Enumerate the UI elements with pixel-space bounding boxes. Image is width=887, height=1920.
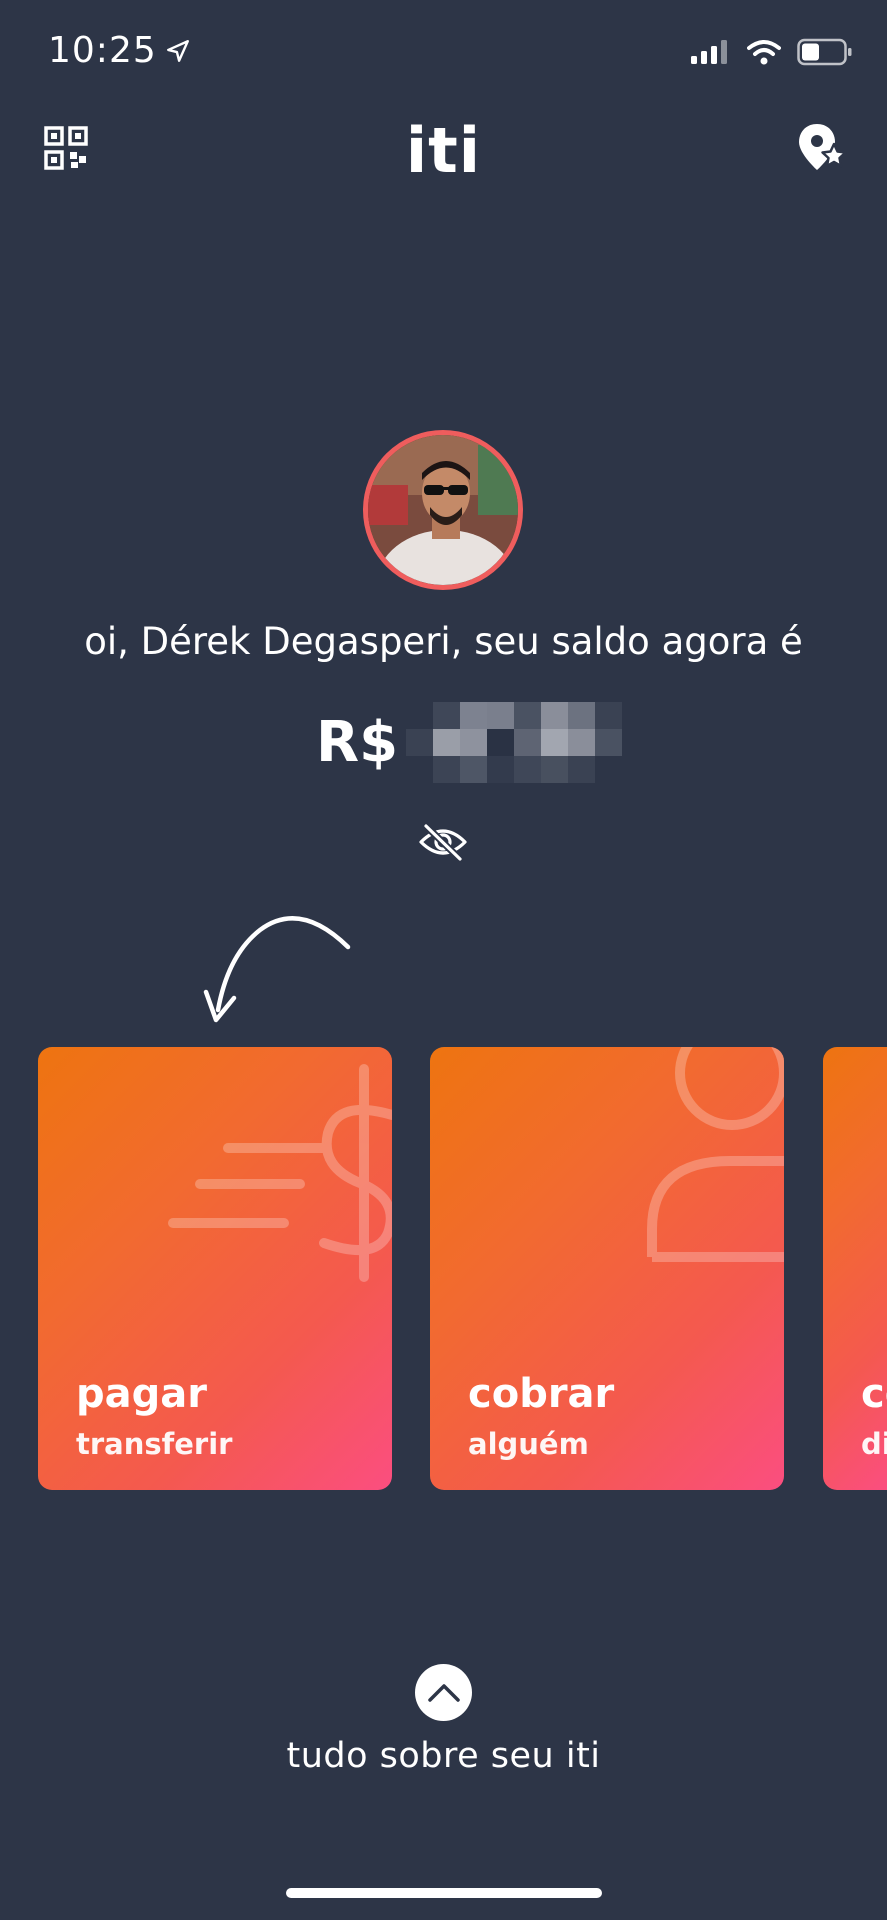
chevron-up-icon <box>427 1683 460 1702</box>
third-card-subtitle: di <box>861 1427 887 1461</box>
money-transfer-icon <box>168 1064 392 1282</box>
status-bar-indicators <box>691 38 853 66</box>
location-arrow-icon <box>166 39 189 62</box>
avatar-photo <box>368 435 518 585</box>
status-bar-time: 10:25 <box>48 30 191 71</box>
balance: R$ <box>316 702 623 783</box>
home-indicator[interactable] <box>286 1888 602 1898</box>
pay-card-subtitle: transferir <box>76 1427 233 1461</box>
wifi-icon <box>747 40 781 65</box>
charge-card-subtitle: alguém <box>468 1427 589 1461</box>
balance-hidden-value <box>406 702 623 783</box>
eye-off-icon <box>419 822 467 863</box>
third-card-title: co <box>861 1371 887 1417</box>
favorite-places-button[interactable] <box>797 122 847 174</box>
avatar[interactable] <box>363 430 523 590</box>
expand-details-button[interactable] <box>415 1664 472 1721</box>
greeting-text: oi, Dérek Degasperi, seu saldo agora é <box>84 620 803 663</box>
about-iti-link[interactable]: tudo sobre seu iti <box>0 1736 887 1776</box>
location-star-icon <box>799 124 847 170</box>
clock-text: 10:25 <box>48 30 157 71</box>
toggle-balance-visibility-button[interactable] <box>418 822 468 863</box>
balance-currency: R$ <box>316 710 399 775</box>
pay-card[interactable]: pagar transferir <box>38 1047 392 1490</box>
cellular-signal-icon <box>691 40 727 64</box>
third-card[interactable]: co di <box>823 1047 887 1490</box>
person-icon <box>647 1047 784 1262</box>
hint-arrow-icon <box>203 916 351 1023</box>
charge-card[interactable]: cobrar alguém <box>430 1047 784 1490</box>
charge-card-title: cobrar <box>468 1371 615 1417</box>
app-logo: iti <box>405 114 482 187</box>
battery-icon <box>797 38 852 66</box>
pay-card-title: pagar <box>76 1371 207 1417</box>
